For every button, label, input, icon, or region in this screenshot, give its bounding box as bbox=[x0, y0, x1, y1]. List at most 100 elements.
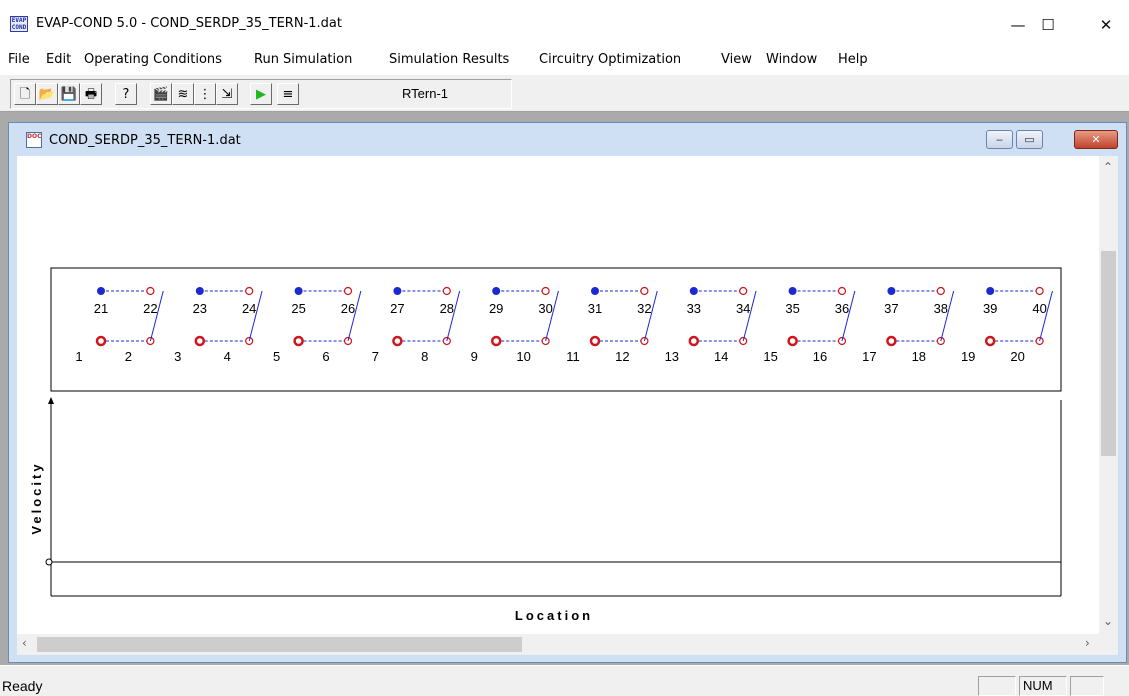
tube-node bbox=[442, 286, 451, 296]
tube-inlet-node bbox=[393, 287, 402, 295]
tube-node bbox=[1035, 286, 1044, 296]
scroll-left-icon[interactable]: ‹ bbox=[22, 636, 27, 650]
clapboard-icon[interactable]: 🎬 bbox=[150, 83, 172, 105]
tube-inlet-node bbox=[887, 287, 896, 295]
child-close-button[interactable]: ✕ bbox=[1074, 130, 1118, 149]
tube-label-bottom: 18 bbox=[912, 349, 926, 364]
tube-outlet-node bbox=[787, 335, 798, 347]
tube-outlet-node bbox=[392, 335, 403, 347]
tube-inlet-node bbox=[492, 287, 501, 295]
tube-label-top: 35 bbox=[785, 301, 799, 316]
tube-label-top: 30 bbox=[538, 301, 552, 316]
flow-arrow-icon[interactable]: ⇲ bbox=[216, 83, 238, 105]
vertical-scrollbar[interactable]: ⌃ ⌄ bbox=[1099, 156, 1118, 634]
tube-label-top: 33 bbox=[687, 301, 701, 316]
menu-help[interactable]: Help bbox=[838, 52, 868, 67]
tube-inlet-node bbox=[788, 287, 797, 295]
close-button[interactable]: ✕ bbox=[1083, 10, 1129, 40]
tube-node bbox=[146, 286, 155, 296]
status-bar: Ready NUM bbox=[0, 665, 1129, 696]
tube-label-bottom: 15 bbox=[763, 349, 777, 364]
tube-inlet-node bbox=[294, 287, 303, 295]
tube-outlet-node bbox=[886, 335, 897, 347]
tube-label-top: 25 bbox=[291, 301, 305, 316]
num-indicator: NUM bbox=[1019, 676, 1067, 696]
tube-inlet-node bbox=[689, 287, 698, 295]
child-restore-button[interactable]: ▭ bbox=[1016, 130, 1043, 149]
menu-file[interactable]: File bbox=[8, 52, 30, 67]
menu-window[interactable]: Window bbox=[766, 52, 817, 67]
tube-label-bottom: 9 bbox=[471, 349, 478, 364]
tube-inlet-node bbox=[97, 287, 105, 295]
document-window[interactable]: DOC COND_SERDP_35_TERN-1.dat ‒ ▭ ✕ 21 22 2… bbox=[8, 122, 1127, 663]
menu-bar: File Edit Operating Conditions Run Simul… bbox=[0, 46, 1129, 74]
tube-node bbox=[541, 286, 550, 296]
tube-outlet-node bbox=[688, 335, 700, 347]
tube-label-bottom: 8 bbox=[421, 349, 428, 364]
tube-inlet-node bbox=[195, 287, 204, 295]
status-text: Ready bbox=[2, 678, 43, 694]
menu-view[interactable]: View bbox=[721, 52, 752, 67]
tube-label-bottom: 16 bbox=[813, 349, 827, 364]
list-lines-icon[interactable]: ≡ bbox=[277, 83, 299, 105]
menu-run-simulation[interactable]: Run Simulation bbox=[254, 52, 352, 67]
caps-indicator bbox=[978, 676, 1016, 696]
tube-label-top: 21 bbox=[94, 301, 108, 316]
maximize-button[interactable]: ☐ bbox=[1025, 10, 1071, 40]
tube-label-bottom: 17 bbox=[862, 349, 876, 364]
toolbar: 🗋 📂 💾 🖶 ? 🎬 ≋ ⋮ ⇲ ▶ ≡ RTern-1 bbox=[0, 74, 1129, 112]
tube-label-bottom: 4 bbox=[224, 349, 231, 364]
tube-node bbox=[245, 286, 254, 296]
child-minimize-button[interactable]: ‒ bbox=[986, 130, 1013, 149]
x-axis-label: Location bbox=[515, 608, 593, 623]
tube-label-top: 40 bbox=[1032, 301, 1046, 316]
tube-label-bottom: 11 bbox=[566, 349, 580, 364]
save-disk-icon[interactable]: 💾 bbox=[58, 83, 80, 105]
tube-outlet-node bbox=[95, 335, 107, 347]
tube-label-top: 24 bbox=[242, 301, 256, 316]
tube-outlet-node bbox=[293, 335, 304, 347]
horizontal-scrollbar[interactable]: ‹ › bbox=[17, 634, 1118, 655]
tube-node bbox=[837, 286, 847, 296]
tube-label-top: 32 bbox=[637, 301, 651, 316]
print-icon[interactable]: 🖶 bbox=[80, 83, 102, 105]
tube-label-bottom: 13 bbox=[665, 349, 679, 364]
scroll-down-icon[interactable]: ⌄ bbox=[1103, 614, 1113, 628]
new-file-icon[interactable]: 🗋 bbox=[14, 83, 36, 105]
tube-node bbox=[936, 286, 945, 296]
tube-label-bottom: 12 bbox=[615, 349, 629, 364]
circuit-steps-icon[interactable]: ⋮ bbox=[194, 83, 216, 105]
tube-outlet-node bbox=[589, 335, 601, 347]
tube-outlet-node bbox=[194, 335, 206, 347]
tube-label-bottom: 20 bbox=[1010, 349, 1024, 364]
tube-label-bottom: 7 bbox=[372, 349, 379, 364]
refrigerant-icon[interactable]: ≋ bbox=[172, 83, 194, 105]
menu-edit[interactable]: Edit bbox=[46, 52, 71, 67]
tube-outlet-node bbox=[490, 335, 502, 347]
tube-node bbox=[739, 286, 748, 296]
tube-label-bottom: 5 bbox=[273, 349, 280, 364]
tube-label-bottom: 10 bbox=[516, 349, 530, 364]
mdi-area: DOC COND_SERDP_35_TERN-1.dat ‒ ▭ ✕ 21 22 2… bbox=[0, 112, 1129, 665]
tube-label-top: 34 bbox=[736, 301, 750, 316]
app-logo-icon: EVAP COND bbox=[10, 16, 28, 32]
scroll-up-icon[interactable]: ⌃ bbox=[1103, 160, 1113, 174]
help-icon[interactable]: ? bbox=[115, 83, 137, 105]
tube-label-bottom: 1 bbox=[75, 349, 82, 364]
horizontal-scroll-thumb[interactable] bbox=[37, 637, 522, 652]
run-play-icon[interactable]: ▶ bbox=[250, 83, 272, 105]
tube-label-bottom: 2 bbox=[125, 349, 132, 364]
menu-circuitry-optimization[interactable]: Circuitry Optimization bbox=[539, 52, 681, 67]
scroll-indicator bbox=[1070, 676, 1104, 696]
tube-label-bottom: 3 bbox=[174, 349, 181, 364]
tube-inlet-node bbox=[986, 287, 995, 295]
open-folder-icon[interactable]: 📂 bbox=[36, 83, 58, 105]
tube-outlet-node bbox=[984, 335, 996, 347]
scroll-right-icon[interactable]: › bbox=[1085, 636, 1090, 650]
vertical-scroll-thumb[interactable] bbox=[1101, 251, 1116, 456]
menu-operating-conditions[interactable]: Operating Conditions bbox=[84, 52, 222, 67]
document-client-area: 21 22 23 24 25 26 27 28 29 30 31 32 33 34 35 36 37 38 39 40… bbox=[17, 156, 1118, 655]
menu-simulation-results[interactable]: Simulation Results bbox=[389, 52, 509, 67]
tube-label-top: 28 bbox=[440, 301, 454, 316]
tube-label-top: 27 bbox=[390, 301, 404, 316]
